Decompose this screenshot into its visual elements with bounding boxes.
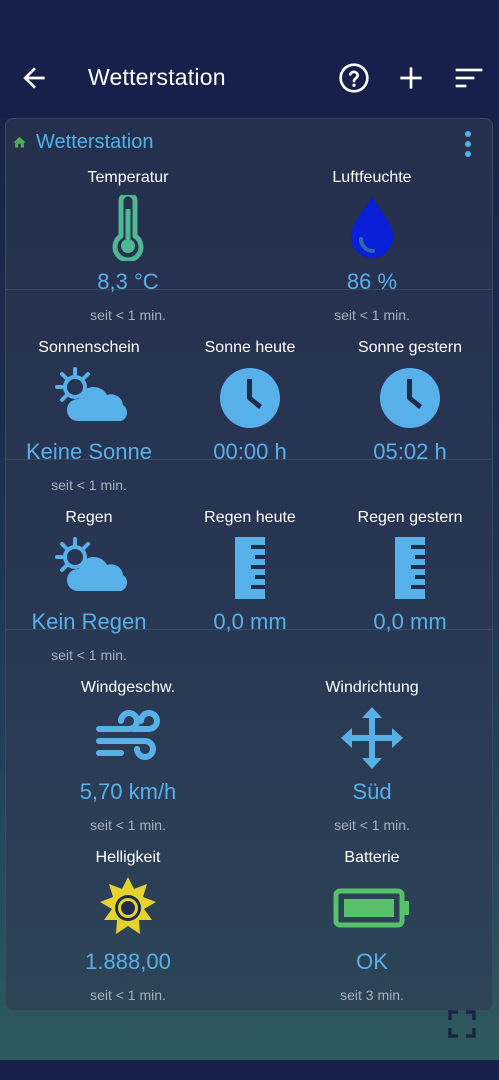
tile-wind-direction[interactable]: Windrichtung Süd seit < 1 min. (250, 629, 494, 833)
tile-sun-yesterday[interactable]: Sonne gestern 05:02 h (330, 289, 490, 464)
fullscreen-icon[interactable] (446, 1008, 478, 1040)
app-bar: Wetterstation (0, 0, 499, 118)
sun-icon (100, 877, 156, 934)
tile-label: Temperatur (87, 169, 169, 186)
partly-cloudy-icon (55, 367, 128, 421)
ruler-icon (235, 537, 265, 599)
tile-sunshine[interactable]: Sonnenschein Keine Sonne seit < 1 min. (8, 289, 170, 493)
tile-rain-yesterday[interactable]: Regen gestern 0,0 mm (330, 459, 490, 634)
tile-value: OK (356, 949, 388, 974)
tile-battery[interactable]: Batterie OK seit 3 min. (250, 799, 494, 1003)
tile-humidity[interactable]: Luftfeuchte 86 % seit < 1 min. (250, 119, 494, 323)
ruler-icon (395, 537, 425, 599)
tile-rain[interactable]: Regen Kein Regen seit < 1 min. (8, 459, 170, 663)
tile-value: 1.888,00 (85, 949, 171, 974)
row-wind: Windgeschw. 5,70 km/h seit < 1 min. Wind… (6, 629, 494, 833)
navigation-bar (0, 1060, 499, 1080)
clock-icon (220, 368, 280, 428)
move-arrows-icon (341, 707, 403, 769)
wind-icon (96, 710, 160, 760)
arrow-back-icon[interactable] (18, 62, 50, 94)
tile-label: Windgeschw. (80, 679, 176, 696)
tile-label: Regen heute (204, 509, 296, 526)
tile-label: Luftfeuchte (332, 169, 412, 186)
tile-label: Regen gestern (357, 509, 463, 526)
battery-full-icon (333, 888, 409, 928)
row-rain: Regen Kein Regen seit < 1 min. Regen heu… (6, 459, 492, 663)
thermometer-icon (112, 195, 144, 261)
tile-label: Batterie (344, 849, 400, 866)
water-drop-icon (351, 197, 393, 258)
tile-label: Helligkeit (95, 849, 161, 866)
page-title: Wetterstation (88, 64, 226, 90)
tile-label: Sonne heute (204, 339, 296, 356)
help-circle-icon[interactable] (338, 62, 370, 94)
partly-cloudy-icon (55, 537, 128, 591)
tile-label: Windrichtung (325, 679, 419, 696)
sort-icon[interactable] (453, 62, 485, 94)
tile-temperature[interactable]: Temperatur 8,3 °C seit < 1 min. (6, 119, 250, 323)
clock-icon (380, 368, 440, 428)
tile-sun-today[interactable]: Sonne heute 00:00 h (170, 289, 330, 464)
tile-wind-speed[interactable]: Windgeschw. 5,70 km/h seit < 1 min. (6, 629, 250, 833)
tile-label: Regen (65, 509, 113, 526)
row-misc: Helligkeit 1.888,00 seit < 1 min. Batter… (6, 799, 494, 1003)
tile-label: Sonne gestern (357, 339, 463, 356)
weather-station-card: Wetterstation Temperatur 8,3 °C seit < 1… (5, 118, 493, 1011)
tile-timestamp: seit 3 min. (340, 987, 404, 1003)
tile-rain-today[interactable]: Regen heute 0,0 mm (170, 459, 330, 634)
tile-label: Sonnenschein (38, 339, 140, 356)
tile-brightness[interactable]: Helligkeit 1.888,00 seit < 1 min. (6, 799, 250, 1003)
tile-timestamp: seit < 1 min. (90, 987, 166, 1003)
plus-icon[interactable] (395, 62, 427, 94)
row-climate: Temperatur 8,3 °C seit < 1 min. Luftfeuc… (6, 119, 494, 323)
row-sunshine: Sonnenschein Keine Sonne seit < 1 min. S… (6, 289, 492, 493)
